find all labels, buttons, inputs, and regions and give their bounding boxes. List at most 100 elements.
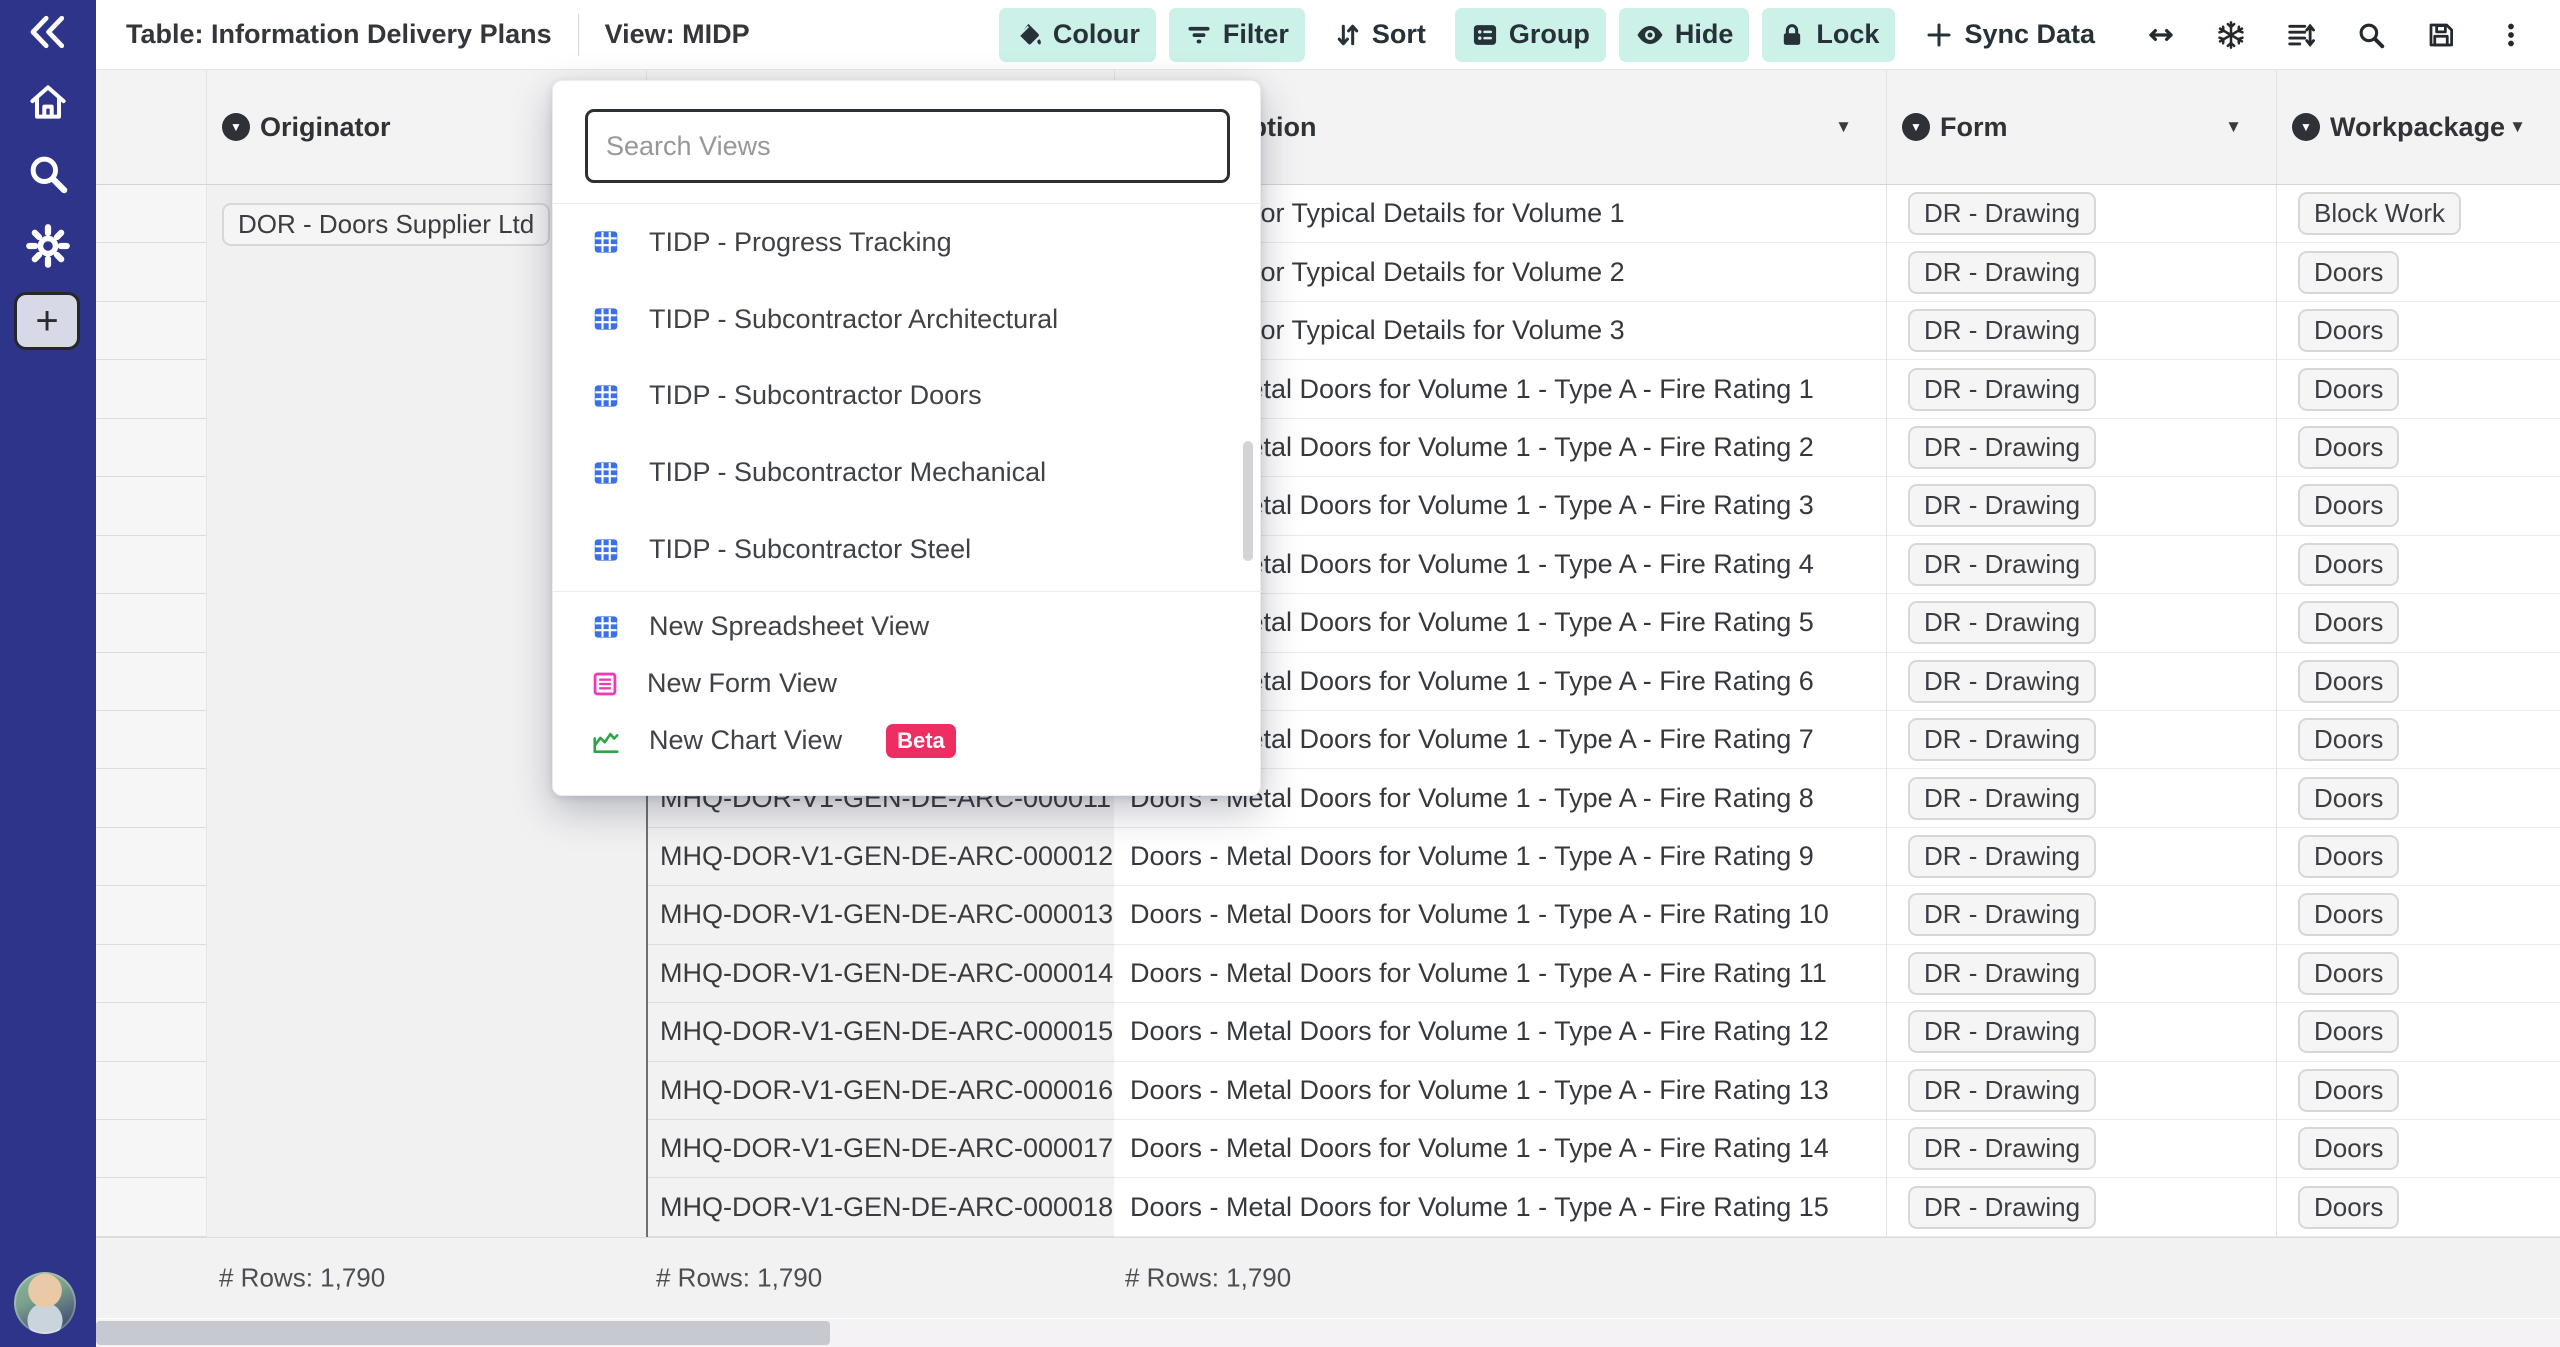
id-cell[interactable]: MHQ-DOR-V1-GEN-DE-ARC-000016 (648, 1062, 1114, 1120)
toolbar-button-sync-data[interactable]: Sync Data (1908, 8, 2111, 62)
form-cell[interactable]: DR - Drawing (1887, 1178, 2276, 1236)
form-cell[interactable]: DR - Drawing (1887, 1003, 2276, 1061)
id-cell[interactable]: MHQ-DOR-V1-GEN-DE-ARC-000018 (648, 1178, 1114, 1236)
dropdown-scrollbar-thumb[interactable] (1243, 441, 1253, 561)
settings-button[interactable] (26, 226, 70, 270)
workpackage-cell[interactable]: Doors (2277, 594, 2560, 652)
form-cell[interactable]: DR - Drawing (1887, 711, 2276, 769)
user-avatar[interactable] (14, 1272, 76, 1334)
column-menu-arrow-icon[interactable]: ▼ (1835, 117, 1852, 137)
id-cell[interactable]: MHQ-DOR-V1-GEN-DE-ARC-000012 (648, 828, 1114, 886)
workpackage-cell[interactable]: Doors (2277, 243, 2560, 301)
form-cell[interactable]: DR - Drawing (1887, 945, 2276, 1003)
id-cell[interactable]: MHQ-DOR-V1-GEN-DE-ARC-000017 (648, 1120, 1114, 1178)
column-menu-arrow-icon[interactable]: ▼ (2509, 117, 2526, 137)
horizontal-scrollbar[interactable] (96, 1319, 2560, 1347)
form-cell[interactable]: DR - Drawing (1887, 477, 2276, 535)
row-number-cell[interactable] (96, 1178, 206, 1236)
view-list-item[interactable]: TIDP - Progress Tracking (553, 204, 1262, 281)
search-icon[interactable] (2356, 20, 2386, 50)
freeze-icon[interactable] (2216, 20, 2246, 50)
id-cell[interactable]: MHQ-DOR-V1-GEN-DE-ARC-000014 (648, 945, 1114, 1003)
column-header-form[interactable]: ▼ Form ▼ (1886, 70, 2276, 184)
toolbar-button-colour[interactable]: Colour (999, 8, 1156, 62)
toolbar-button-lock[interactable]: Lock (1762, 8, 1895, 62)
id-cell[interactable]: MHQ-DOR-V1-GEN-DE-ARC-000015 (648, 1003, 1114, 1061)
form-cell[interactable]: DR - Drawing (1887, 769, 2276, 827)
home-button[interactable] (26, 82, 70, 126)
row-height-icon[interactable] (2286, 20, 2316, 50)
view-list-item[interactable]: TIDP - Subcontractor Steel (553, 511, 1262, 588)
form-cell[interactable]: DR - Drawing (1887, 419, 2276, 477)
view-list-item[interactable]: TIDP - Subcontractor Architectural (553, 281, 1262, 358)
row-number-cell[interactable] (96, 419, 206, 477)
workpackage-cell[interactable]: Doors (2277, 302, 2560, 360)
workpackage-cell[interactable]: Doors (2277, 1003, 2560, 1061)
description-cell[interactable]: Doors - Metal Doors for Volume 1 - Type … (1114, 945, 1886, 1003)
row-number-cell[interactable] (96, 302, 206, 360)
row-number-header[interactable] (96, 70, 206, 184)
form-cell[interactable]: DR - Drawing (1887, 536, 2276, 594)
workpackage-cell[interactable]: Doors (2277, 653, 2560, 711)
row-number-cell[interactable] (96, 653, 206, 711)
more-menu-icon[interactable] (2496, 20, 2526, 50)
add-table-button[interactable]: + (14, 292, 80, 350)
workpackage-cell[interactable]: Doors (2277, 419, 2560, 477)
row-number-cell[interactable] (96, 1003, 206, 1061)
row-number-cell[interactable] (96, 769, 206, 827)
toolbar-button-filter[interactable]: Filter (1169, 8, 1305, 62)
row-number-cell[interactable] (96, 1120, 206, 1178)
description-cell[interactable]: Doors - Metal Doors for Volume 1 - Type … (1114, 886, 1886, 944)
workpackage-cell[interactable]: Doors (2277, 711, 2560, 769)
workpackage-cell[interactable]: Doors (2277, 1120, 2560, 1178)
workpackage-cell[interactable]: Doors (2277, 1062, 2560, 1120)
form-cell[interactable]: DR - Drawing (1887, 1062, 2276, 1120)
row-number-cell[interactable] (96, 594, 206, 652)
form-cell[interactable]: DR - Drawing (1887, 594, 2276, 652)
workpackage-cell[interactable]: Block Work (2277, 185, 2560, 243)
column-header-workpackage[interactable]: ▼ Workpackage ▼ (2276, 70, 2560, 184)
workpackage-cell[interactable]: Doors (2277, 477, 2560, 535)
column-menu-arrow-icon[interactable]: ▼ (2225, 117, 2242, 137)
form-cell[interactable]: DR - Drawing (1887, 185, 2276, 243)
global-search-button[interactable] (26, 154, 70, 198)
row-number-cell[interactable] (96, 828, 206, 886)
row-number-cell[interactable] (96, 185, 206, 243)
workpackage-cell[interactable]: Doors (2277, 536, 2560, 594)
view-list-item[interactable]: TIDP - Subcontractor Mechanical (553, 434, 1262, 511)
row-number-cell[interactable] (96, 536, 206, 594)
search-views-input[interactable] (585, 109, 1230, 183)
row-number-cell[interactable] (96, 886, 206, 944)
workpackage-cell[interactable]: Doors (2277, 945, 2560, 1003)
form-cell[interactable]: DR - Drawing (1887, 653, 2276, 711)
form-cell[interactable]: DR - Drawing (1887, 828, 2276, 886)
workpackage-cell[interactable]: Doors (2277, 886, 2560, 944)
form-cell[interactable]: DR - Drawing (1887, 360, 2276, 418)
action-new-form-view[interactable]: New Form View (553, 655, 1262, 712)
description-cell[interactable]: Doors - Metal Doors for Volume 1 - Type … (1114, 1062, 1886, 1120)
description-cell[interactable]: Doors - Metal Doors for Volume 1 - Type … (1114, 1178, 1886, 1236)
form-cell[interactable]: DR - Drawing (1887, 1120, 2276, 1178)
action-new-chart-view[interactable]: New Chart ViewBeta (553, 712, 1262, 769)
row-number-cell[interactable] (96, 945, 206, 1003)
form-cell[interactable]: DR - Drawing (1887, 243, 2276, 301)
row-number-cell[interactable] (96, 243, 206, 301)
form-cell[interactable]: DR - Drawing (1887, 886, 2276, 944)
view-list-item[interactable]: TIDP - Subcontractor Doors (553, 358, 1262, 435)
save-icon[interactable] (2426, 20, 2456, 50)
collapse-sidebar-button[interactable] (24, 12, 72, 56)
workpackage-cell[interactable]: Doors (2277, 360, 2560, 418)
toolbar-button-group[interactable]: Group (1455, 8, 1606, 62)
description-cell[interactable]: Doors - Metal Doors for Volume 1 - Type … (1114, 828, 1886, 886)
form-cell[interactable]: DR - Drawing (1887, 302, 2276, 360)
action-new-spreadsheet-view[interactable]: New Spreadsheet View (553, 598, 1262, 655)
id-cell[interactable]: MHQ-DOR-V1-GEN-DE-ARC-000013 (648, 886, 1114, 944)
row-number-cell[interactable] (96, 1062, 206, 1120)
row-number-cell[interactable] (96, 477, 206, 535)
workpackage-cell[interactable]: Doors (2277, 769, 2560, 827)
row-number-cell[interactable] (96, 360, 206, 418)
toolbar-button-sort[interactable]: Sort (1318, 8, 1442, 62)
workpackage-cell[interactable]: Doors (2277, 828, 2560, 886)
expand-horizontal-icon[interactable] (2146, 20, 2176, 50)
workpackage-cell[interactable]: Doors (2277, 1178, 2560, 1236)
